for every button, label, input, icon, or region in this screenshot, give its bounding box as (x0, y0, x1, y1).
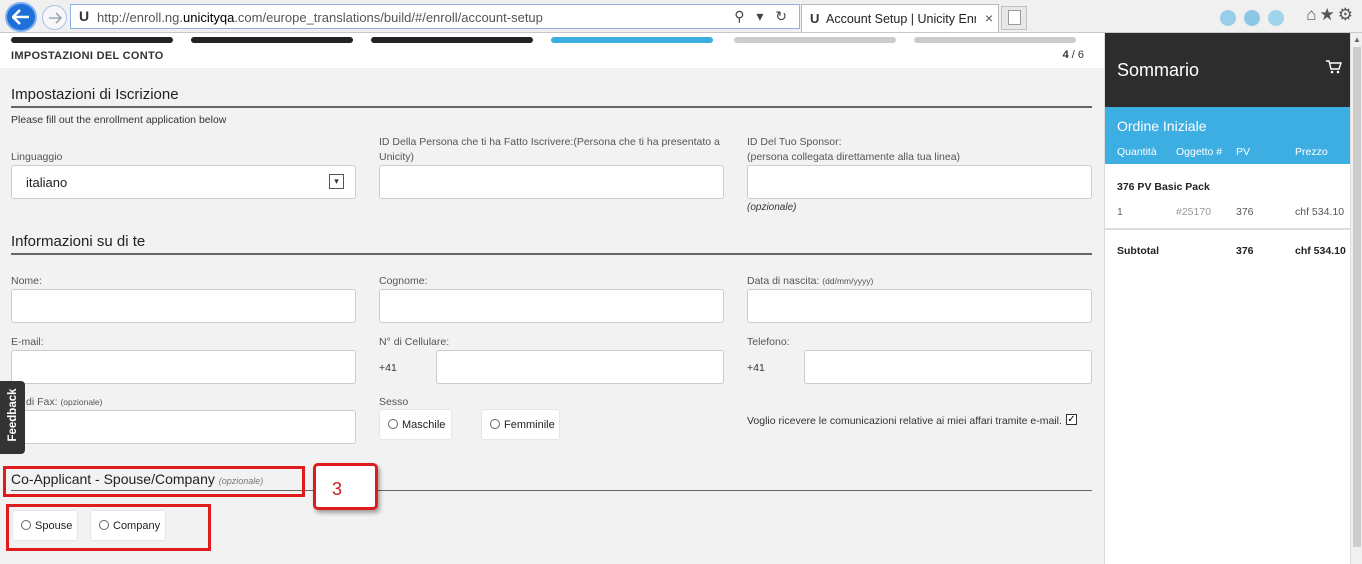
home-favorites-settings-icons[interactable]: ⌂★⚙ (1306, 5, 1356, 25)
enrollment-intro: Please fill out the enrollment applicati… (11, 114, 227, 126)
new-tab-icon (1008, 10, 1021, 25)
browser-toolbar: U http://enroll.ng.unicityqa.com/europe_… (0, 0, 1362, 33)
section-divider (11, 106, 1092, 108)
subtotal-label: Subtotal (1117, 245, 1159, 257)
language-label: Linguaggio (11, 151, 63, 163)
progress-step-6 (914, 37, 1076, 43)
enroller-id-label: ID Della Persona che ti ha Fatto Iscrive… (379, 136, 720, 163)
phone-input[interactable] (804, 350, 1092, 384)
feedback-label: Feedback (7, 388, 19, 442)
sponsor-id-sublabel: (persona collegata direttamente alla tua… (747, 151, 961, 163)
gender-female-label: Femminile (504, 419, 555, 431)
sponsor-id-input[interactable] (747, 165, 1092, 199)
mobile-input[interactable] (436, 350, 724, 384)
annotation-number: 3 (332, 479, 343, 499)
section-divider (11, 253, 1092, 255)
browser-tab[interactable]: U Account Setup | Unicity Enr... × (801, 4, 999, 32)
product-price: chf 534.10 (1295, 206, 1345, 218)
sponsor-id-label: ID Del Tuo Sponsor: (747, 136, 842, 148)
product-pv: 376 (1236, 206, 1254, 218)
subtotal-price: chf 534.10 (1295, 245, 1346, 257)
email-label: E-mail: (11, 336, 44, 348)
back-arrow-icon (12, 9, 29, 25)
step-counter: 4 / 6 (1062, 49, 1084, 61)
first-name-label: Nome: (11, 275, 42, 287)
last-name-label: Cognome: (379, 275, 428, 287)
mobile-label: N° di Cellulare: (379, 336, 450, 348)
summary-title: Sommario (1117, 60, 1200, 80)
email-consent-checkbox[interactable]: ✓ (1066, 414, 1077, 425)
address-tools-icon[interactable]: ⚲ ▾ ↻ (734, 8, 791, 25)
col-price: Prezzo (1295, 146, 1328, 158)
dob-input[interactable] (747, 289, 1092, 323)
progress-step-1 (11, 37, 173, 43)
scrollbar[interactable]: ▲ (1350, 33, 1362, 564)
email-input[interactable] (11, 350, 356, 384)
mobile-prefix: +41 (379, 362, 397, 374)
phone-label: Telefono: (747, 336, 790, 348)
blurred-toolbar-icons (1220, 10, 1292, 31)
back-button[interactable] (5, 2, 37, 32)
product-name: 376 PV Basic Pack (1117, 181, 1210, 193)
subtotal-pv: 376 (1236, 245, 1254, 257)
initial-order-title: Ordine Iniziale (1117, 118, 1207, 134)
forward-button[interactable] (42, 5, 67, 30)
site-favicon-icon: U (79, 8, 90, 24)
phone-prefix: +41 (747, 362, 765, 374)
progress-step-5 (734, 37, 896, 43)
tab-title: Account Setup | Unicity Enr... (826, 12, 976, 26)
step-title: IMPOSTAZIONI DEL CONTO (11, 50, 164, 62)
col-item: Oggetto # (1176, 146, 1223, 158)
new-tab-button[interactable] (1001, 6, 1027, 30)
progress-step-4 (551, 37, 713, 43)
fax-label: di Fax: (opzionale) (26, 396, 103, 408)
enrollment-heading: Impostazioni di Iscrizione (11, 86, 179, 103)
scrollbar-thumb[interactable] (1353, 47, 1361, 547)
radio-circle-icon (388, 419, 398, 429)
scroll-up-icon[interactable]: ▲ (1353, 35, 1361, 44)
enroller-id-input[interactable] (379, 165, 724, 199)
product-qty: 1 (1117, 206, 1123, 218)
gender-male-label: Maschile (402, 419, 446, 431)
summary-header: Sommario (1105, 33, 1351, 107)
address-url[interactable]: http://enroll.ng.unicityqa.com/europe_tr… (97, 10, 543, 25)
gender-male-radio[interactable]: Maschile (379, 409, 452, 440)
language-select[interactable]: italiano ▾ (11, 165, 356, 199)
gender-female-radio[interactable]: Femminile (481, 409, 560, 440)
progress-step-3 (371, 37, 533, 43)
feedback-tab[interactable]: Feedback (0, 381, 25, 454)
chevron-down-icon: ▾ (329, 174, 344, 189)
tab-close-icon[interactable]: × (985, 10, 993, 26)
first-name-input[interactable] (11, 289, 356, 323)
cart-icon[interactable] (1325, 59, 1343, 75)
summary-divider (1105, 228, 1351, 230)
gender-label: Sesso (379, 396, 409, 408)
progress-step-2 (191, 37, 353, 43)
forward-arrow-icon (48, 11, 62, 24)
annotation-box-heading (3, 466, 305, 497)
col-pv: PV (1236, 146, 1251, 158)
annotation-box-options (6, 504, 211, 551)
sponsor-optional-note: (opzionale) (747, 202, 797, 213)
fax-input[interactable] (11, 410, 356, 444)
col-quantity: Quantità (1117, 146, 1157, 158)
dob-label: Data di nascita: (dd/mm/yyyy) (747, 275, 874, 287)
language-value: italiano (26, 175, 68, 190)
address-bar[interactable]: U http://enroll.ng.unicityqa.com/europe_… (70, 4, 800, 29)
about-heading: Informazioni su di te (11, 233, 146, 250)
last-name-input[interactable] (379, 289, 724, 323)
annotation-callout: 3 (313, 463, 378, 510)
email-consent-text: Voglio ricevere le comunicazioni relativ… (747, 415, 1062, 427)
radio-circle-icon (490, 419, 500, 429)
product-item-no: #25170 (1176, 206, 1212, 218)
initial-order-header: Ordine Iniziale Quantità Oggetto # PV Pr… (1105, 107, 1351, 164)
progress-bar: IMPOSTAZIONI DEL CONTO 4 / 6 (0, 33, 1104, 68)
tab-favicon-icon: U (810, 11, 820, 26)
order-summary-sidebar: Sommario Ordine Iniziale Quantità Oggett… (1104, 33, 1351, 564)
